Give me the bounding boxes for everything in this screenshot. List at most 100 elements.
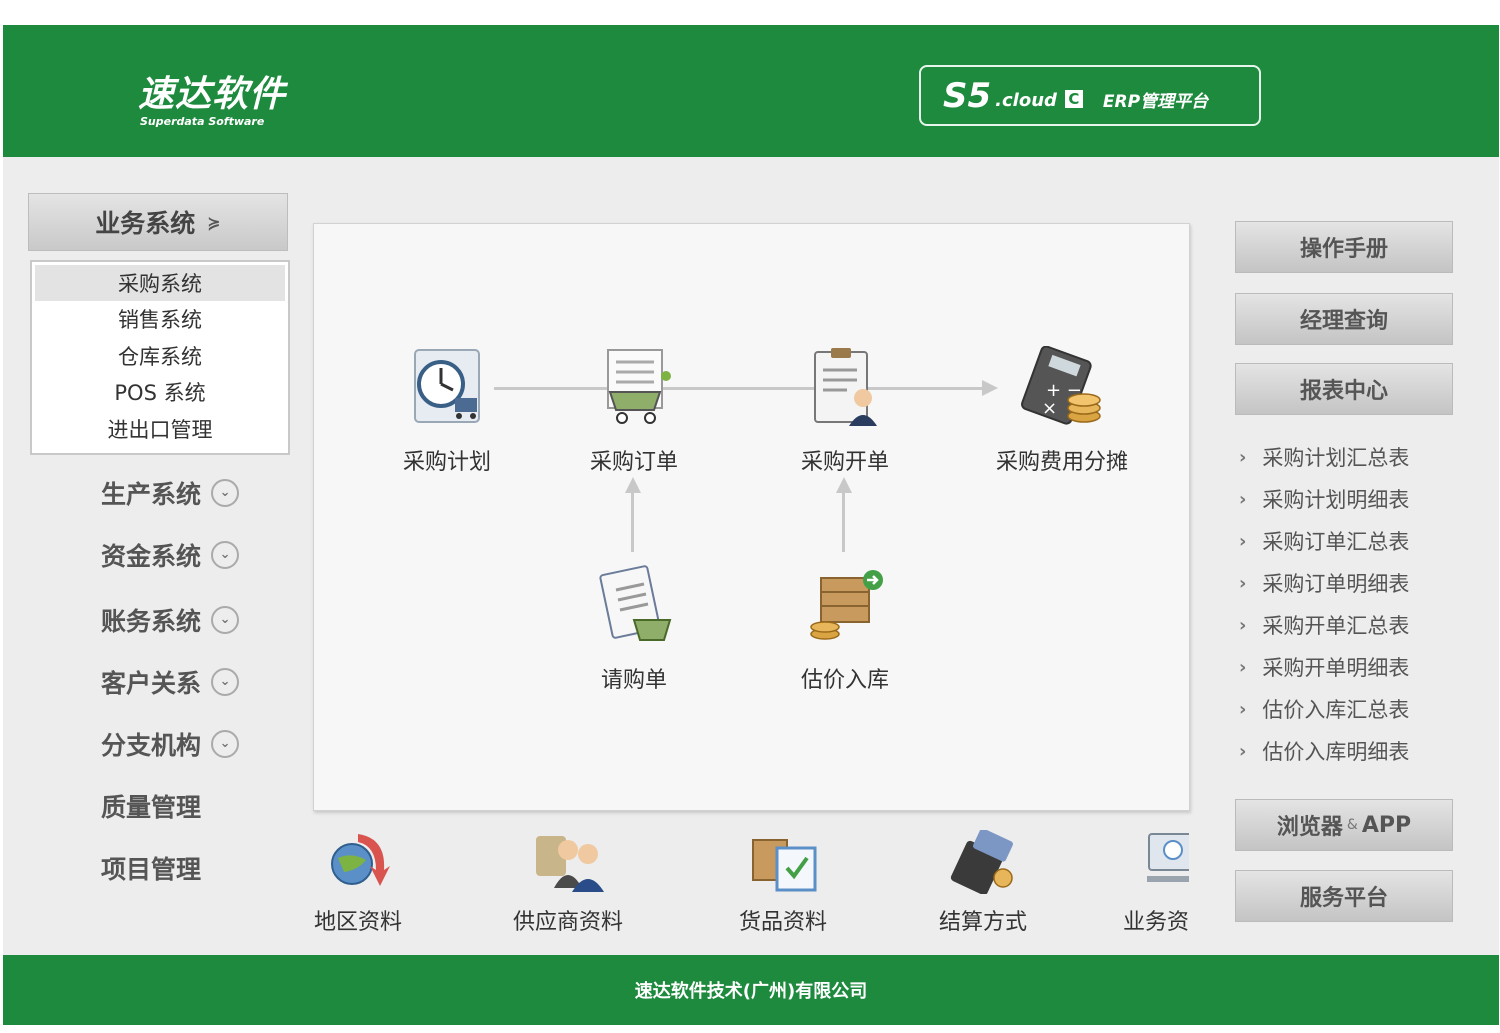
- chevron-right-icon: ›: [1239, 740, 1247, 762]
- calculator-coins-icon: + − ×: [1021, 346, 1101, 425]
- quick-link-supplier[interactable]: 供应商资料: [503, 830, 633, 936]
- business-system-button[interactable]: 业务系统 ≽: [28, 193, 288, 251]
- svg-text:×: ×: [1042, 398, 1057, 419]
- purchase-flow-panel: 采购计划 采购订单 采购开单 + − × 采购费用分摊 请购单 估价入库: [313, 223, 1190, 811]
- submenu-item-purchase[interactable]: 采购系统: [35, 265, 285, 301]
- report-link[interactable]: › 采购计划明细表: [1239, 483, 1409, 515]
- report-link[interactable]: › 采购开单明细表: [1239, 651, 1409, 683]
- chevron-right-icon: ›: [1239, 698, 1247, 720]
- quick-link-label: 地区资料: [313, 910, 402, 935]
- flow-node-label: 采购订单: [589, 450, 678, 475]
- report-link-label: 估价入库汇总表: [1262, 698, 1410, 722]
- supplier-people-icon: [536, 836, 604, 892]
- chevron-right-icon: ›: [1239, 572, 1247, 594]
- nav-item-label: 项目管理: [101, 855, 202, 884]
- requisition-basket-icon: [599, 565, 672, 641]
- quick-link-goods[interactable]: 货品资料: [728, 830, 838, 936]
- computer-icon: [1147, 833, 1189, 882]
- flow-node-label: 采购计划: [402, 450, 491, 475]
- product-badge: S5 .cloud C ERP管理平台: [919, 65, 1261, 126]
- badge-s5: S5: [943, 75, 992, 116]
- flow-node-label: 请购单: [600, 668, 667, 693]
- flow-line-estimate: [842, 492, 845, 552]
- chevron-right-icon: ›: [1239, 446, 1247, 468]
- double-chevron-down-icon: ≽: [207, 212, 221, 232]
- flow-line-requisition: [631, 492, 634, 552]
- expand-circle-icon: ⌄: [211, 541, 240, 569]
- chevron-right-icon: ›: [1239, 614, 1247, 636]
- nav-item-crm[interactable]: 客户关系 ⌄: [101, 662, 240, 702]
- report-link[interactable]: › 采购开单汇总表: [1239, 609, 1409, 641]
- report-link[interactable]: › 采购订单明细表: [1239, 567, 1409, 599]
- badge-cloud: .cloud: [995, 90, 1057, 111]
- flow-node-purchase-order[interactable]: 采购订单: [569, 346, 699, 476]
- chevron-right-icon: ›: [1239, 530, 1247, 552]
- manager-query-button[interactable]: 经理查询: [1235, 293, 1453, 345]
- header-bar: 速达软件 Superdata Software S5 .cloud C ERP管…: [3, 25, 1499, 157]
- flow-node-estimated-receipt[interactable]: 估价入库: [780, 564, 910, 694]
- nav-item-label: 质量管理: [101, 793, 202, 822]
- expand-circle-icon: ⌄: [211, 479, 240, 507]
- nav-item-label: 客户关系: [101, 669, 202, 698]
- flow-node-label: 采购开单: [800, 450, 889, 475]
- quick-link-label: 业务资: [1123, 910, 1189, 935]
- arrow-up-icon: [625, 477, 641, 493]
- goods-box-icon: [752, 839, 817, 892]
- badge-c-icon: C: [1064, 89, 1083, 108]
- report-link[interactable]: › 采购订单汇总表: [1239, 525, 1409, 557]
- flow-node-purchase-invoice[interactable]: 采购开单: [780, 346, 910, 476]
- quick-link-settlement[interactable]: 结算方式: [928, 830, 1038, 936]
- flow-node-requisition[interactable]: 请购单: [569, 564, 699, 694]
- flow-node-label: 采购费用分摊: [995, 450, 1128, 475]
- footer-company: 速达软件技术(广州)有限公司: [634, 981, 868, 1002]
- nav-item-accounting[interactable]: 账务系统 ⌄: [101, 600, 240, 640]
- nav-item-funds[interactable]: 资金系统 ⌄: [101, 535, 240, 575]
- report-link[interactable]: › 估价入库汇总表: [1239, 693, 1409, 725]
- nav-item-label: 账务系统: [101, 607, 202, 636]
- nav-item-branches[interactable]: 分支机构 ⌄: [101, 724, 240, 764]
- footer-bar: 速达软件技术(广州)有限公司: [3, 955, 1499, 1025]
- nav-item-projects[interactable]: 项目管理: [101, 848, 201, 888]
- service-platform-button[interactable]: 服务平台: [1235, 870, 1453, 922]
- boxes-coins-icon: [810, 570, 883, 640]
- submenu-item-pos[interactable]: POS 系统: [32, 374, 288, 411]
- quick-link-label: 供应商资料: [512, 910, 623, 935]
- expand-circle-icon: ⌄: [211, 606, 240, 634]
- flow-node-label: 估价入库: [800, 668, 889, 693]
- submenu-item-warehouse[interactable]: 仓库系统: [32, 338, 288, 375]
- logo-text: 速达软件: [138, 73, 287, 115]
- business-submenu: 采购系统 销售系统 仓库系统 POS 系统 进出口管理: [30, 260, 290, 455]
- flow-node-cost-allocation[interactable]: + − × 采购费用分摊: [982, 346, 1142, 476]
- report-link-label: 采购订单明细表: [1262, 572, 1410, 596]
- report-link-label: 采购开单汇总表: [1262, 614, 1410, 638]
- report-link[interactable]: › 采购计划汇总表: [1239, 441, 1409, 473]
- report-link-label: 采购计划明细表: [1262, 488, 1410, 512]
- report-link-label: 采购开单明细表: [1262, 656, 1410, 680]
- submenu-item-sales[interactable]: 销售系统: [32, 301, 288, 338]
- flow-node-purchase-plan[interactable]: 采购计划: [382, 346, 512, 476]
- clipboard-person-icon: [814, 348, 877, 426]
- report-center-button[interactable]: 报表中心: [1235, 363, 1453, 415]
- quick-link-business[interactable]: 业务资: [1123, 830, 1189, 936]
- nav-item-quality[interactable]: 质量管理: [101, 786, 201, 826]
- quick-link-region[interactable]: 地区资料: [308, 830, 408, 936]
- quick-link-label: 结算方式: [938, 910, 1027, 935]
- logo-subtext: Superdata Software: [140, 115, 265, 128]
- badge-erp: ERP管理平台: [1102, 92, 1209, 112]
- manual-button[interactable]: 操作手册: [1235, 221, 1453, 273]
- report-link[interactable]: › 估价入库明细表: [1239, 735, 1409, 767]
- browser-app-button[interactable]: 浏览器 & APP: [1235, 799, 1453, 851]
- chevron-right-icon: ›: [1239, 488, 1247, 510]
- browser-app-label-a: 浏览器: [1276, 815, 1343, 840]
- browser-app-amp: &: [1346, 817, 1358, 833]
- browser-app-label-b: APP: [1361, 812, 1412, 838]
- app-frame: 速达软件 Superdata Software S5 .cloud C ERP管…: [3, 25, 1499, 1025]
- globe-arrow-icon: [331, 834, 390, 886]
- clock-cart-icon: [414, 349, 480, 423]
- card-terminal-icon: [950, 830, 1013, 894]
- quick-link-label: 货品资料: [738, 910, 827, 935]
- logo: 速达软件 Superdata Software: [138, 65, 286, 128]
- expand-circle-icon: ⌄: [211, 730, 240, 758]
- nav-item-production[interactable]: 生产系统 ⌄: [101, 473, 240, 513]
- submenu-item-import-export[interactable]: 进出口管理: [32, 411, 288, 448]
